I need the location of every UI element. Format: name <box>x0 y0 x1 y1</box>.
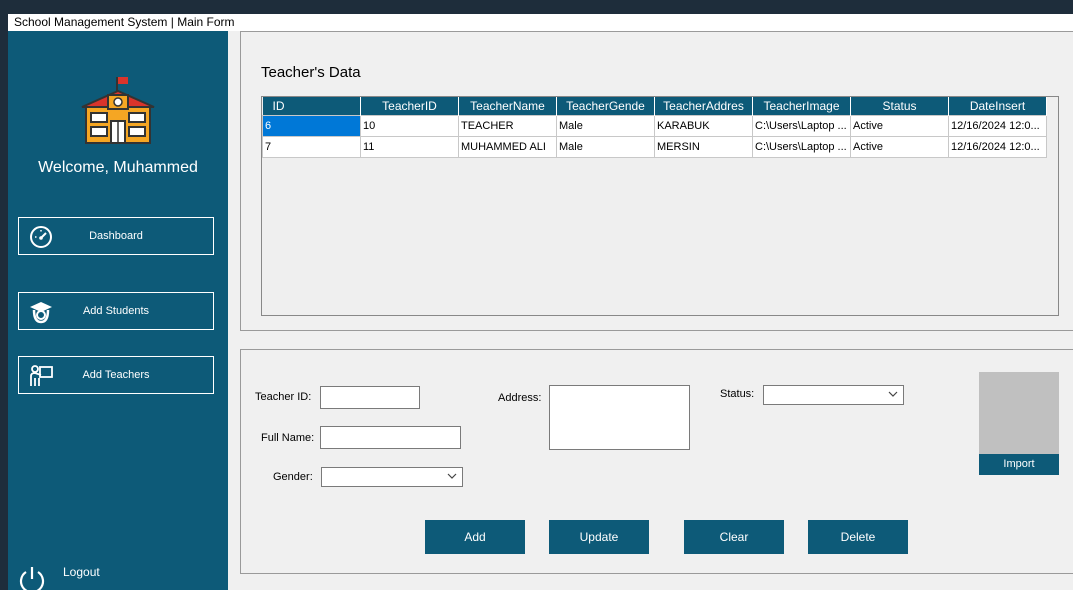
teacher-image-preview <box>979 372 1059 454</box>
column-header-teachergender[interactable]: TeacherGende <box>556 97 655 116</box>
power-icon[interactable] <box>17 565 47 590</box>
table-cell[interactable]: 12/16/2024 12:0... <box>948 115 1047 137</box>
column-header-status[interactable]: Status <box>850 97 949 116</box>
column-header-teacheraddress[interactable]: TeacherAddres <box>654 97 753 116</box>
address-textarea[interactable] <box>549 385 690 450</box>
delete-button[interactable]: Delete <box>808 520 908 554</box>
school-building-icon <box>81 77 155 144</box>
full-name-input[interactable] <box>320 426 461 449</box>
table-cell[interactable]: 6 <box>262 115 361 137</box>
status-label: Status: <box>720 388 755 400</box>
panel-title: Teacher's Data <box>261 64 361 81</box>
welcome-text: Welcome, Muhammed <box>38 159 198 176</box>
teacher-form-panel: Teacher ID: Full Name: Gender: Address: … <box>240 349 1073 574</box>
table-cell[interactable]: 11 <box>360 136 459 158</box>
table-row[interactable]: 7 11 MUHAMMED ALI Male MERSIN C:\Users\L… <box>262 136 1047 158</box>
import-button[interactable]: Import <box>979 454 1059 475</box>
table-cell[interactable]: Active <box>850 136 949 158</box>
table-cell[interactable]: C:\Users\Laptop ... <box>752 115 851 137</box>
main-window: School Management System | Main Form Wel… <box>8 14 1073 590</box>
sidebar-item-add-teachers[interactable]: Add Teachers <box>18 356 214 394</box>
column-header-teacherimage[interactable]: TeacherImage <box>752 97 851 116</box>
table-row[interactable]: 6 10 TEACHER Male KARABUK C:\Users\Lapto… <box>262 115 1047 137</box>
table-header-row: ID TeacherID TeacherName TeacherGende Te… <box>262 97 1047 116</box>
teachers-data-panel: Teacher's Data ID TeacherID TeacherName … <box>240 31 1073 331</box>
sidebar-item-label: Add Teachers <box>82 369 150 381</box>
table-cell[interactable]: C:\Users\Laptop ... <box>752 136 851 158</box>
sidebar-item-label: Add Students <box>82 305 150 317</box>
gender-select[interactable] <box>321 467 463 487</box>
logout-link[interactable]: Logout <box>63 565 100 579</box>
window-title: School Management System | Main Form <box>8 14 1073 31</box>
column-header-id[interactable]: ID <box>262 97 361 116</box>
gender-label: Gender: <box>273 471 313 483</box>
clear-button[interactable]: Clear <box>684 520 784 554</box>
table-cell[interactable]: Male <box>556 115 655 137</box>
sidebar-item-add-students[interactable]: Add Students <box>18 292 214 330</box>
table-cell[interactable]: 10 <box>360 115 459 137</box>
table-cell[interactable]: Male <box>556 136 655 158</box>
column-header-teachername[interactable]: TeacherName <box>458 97 557 116</box>
table-cell[interactable]: KARABUK <box>654 115 753 137</box>
status-select[interactable] <box>763 385 904 405</box>
table-cell[interactable]: MERSIN <box>654 136 753 158</box>
table-cell[interactable]: MUHAMMED ALI <box>458 136 557 158</box>
column-header-teacherid[interactable]: TeacherID <box>360 97 459 116</box>
add-button[interactable]: Add <box>425 520 525 554</box>
chevron-down-icon <box>888 391 898 397</box>
sidebar: Welcome, Muhammed Dashboard Add Students <box>8 31 228 590</box>
table-cell[interactable]: Active <box>850 115 949 137</box>
full-name-label: Full Name: <box>261 432 315 444</box>
teacher-id-label: Teacher ID: <box>255 391 312 403</box>
table-cell[interactable]: 12/16/2024 12:0... <box>948 136 1047 158</box>
address-label: Address: <box>498 392 542 404</box>
teacher-id-input[interactable] <box>320 386 420 409</box>
sidebar-item-label: Dashboard <box>89 230 143 242</box>
teachers-table[interactable]: ID TeacherID TeacherName TeacherGende Te… <box>261 96 1059 316</box>
update-button[interactable]: Update <box>549 520 649 554</box>
chevron-down-icon <box>447 473 457 479</box>
table-cell[interactable]: TEACHER <box>458 115 557 137</box>
column-header-dateinsert[interactable]: DateInsert <box>948 97 1047 116</box>
table-cell[interactable]: 7 <box>262 136 361 158</box>
sidebar-item-dashboard[interactable]: Dashboard <box>18 217 214 255</box>
